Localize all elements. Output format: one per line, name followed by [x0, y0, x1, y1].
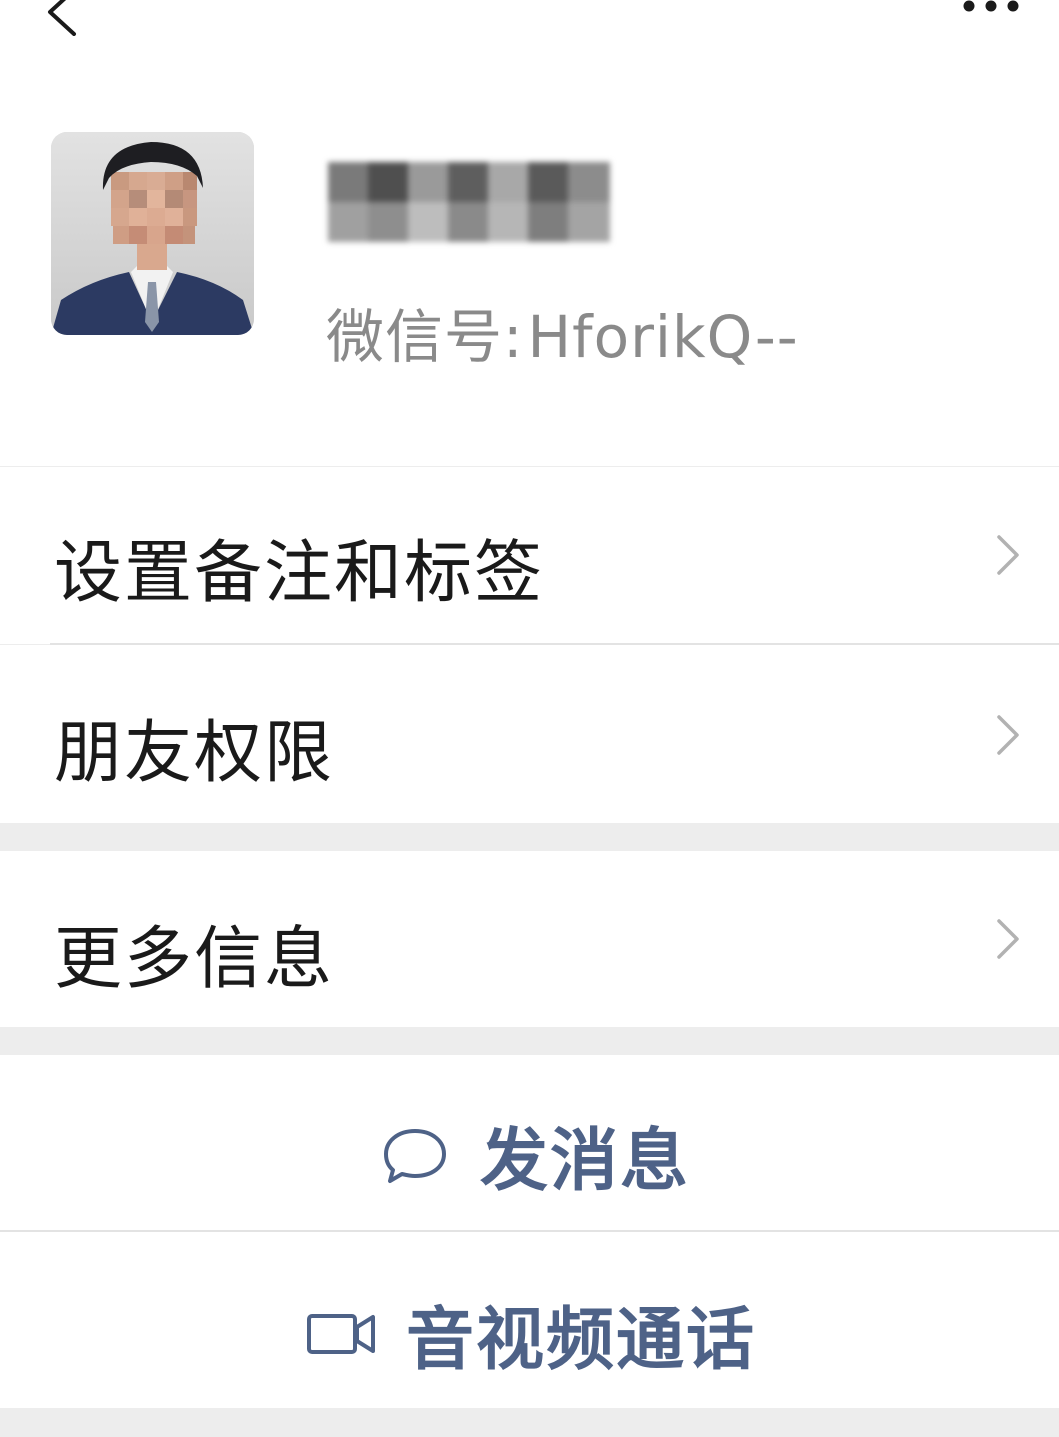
wechat-id-label: 微信号:	[326, 303, 524, 371]
menu-item-label: 朋友权限	[54, 714, 335, 793]
more-options-icon[interactable]	[961, 0, 1021, 16]
back-chevron-icon[interactable]	[40, 0, 84, 36]
menu-item-remarks-tags[interactable]: 设置备注和标签	[0, 467, 1059, 644]
send-message-label: 发消息	[480, 1122, 691, 1201]
wechat-id-value: HforikQ--	[527, 303, 799, 371]
video-call-label: 音视频通话	[406, 1301, 757, 1380]
menu-item-more-info[interactable]: 更多信息	[0, 851, 1059, 1027]
wechat-id: 微信号:HforikQ--	[326, 290, 799, 374]
chevron-right-icon	[997, 715, 1019, 755]
send-message-button[interactable]: 发消息	[0, 1055, 1059, 1230]
menu-item-label: 更多信息	[54, 920, 335, 999]
menu-item-friend-permissions[interactable]: 朋友权限	[0, 645, 1059, 823]
chevron-right-icon	[997, 535, 1019, 575]
menu-item-label: 设置备注和标签	[54, 534, 545, 613]
contact-profile-page: 微信号:HforikQ-- 设置备注和标签 朋友权限 更多信息 发消息 音视频通…	[0, 0, 1059, 1437]
video-camera-icon	[307, 1313, 375, 1354]
chevron-right-icon	[997, 919, 1019, 959]
chat-bubble-icon	[384, 1128, 446, 1183]
avatar-photo	[51, 132, 254, 335]
avatar[interactable]	[51, 132, 254, 335]
nickname-redacted	[328, 162, 610, 242]
video-call-button[interactable]: 音视频通话	[0, 1232, 1059, 1408]
profile-header: 微信号:HforikQ--	[0, 100, 1059, 466]
